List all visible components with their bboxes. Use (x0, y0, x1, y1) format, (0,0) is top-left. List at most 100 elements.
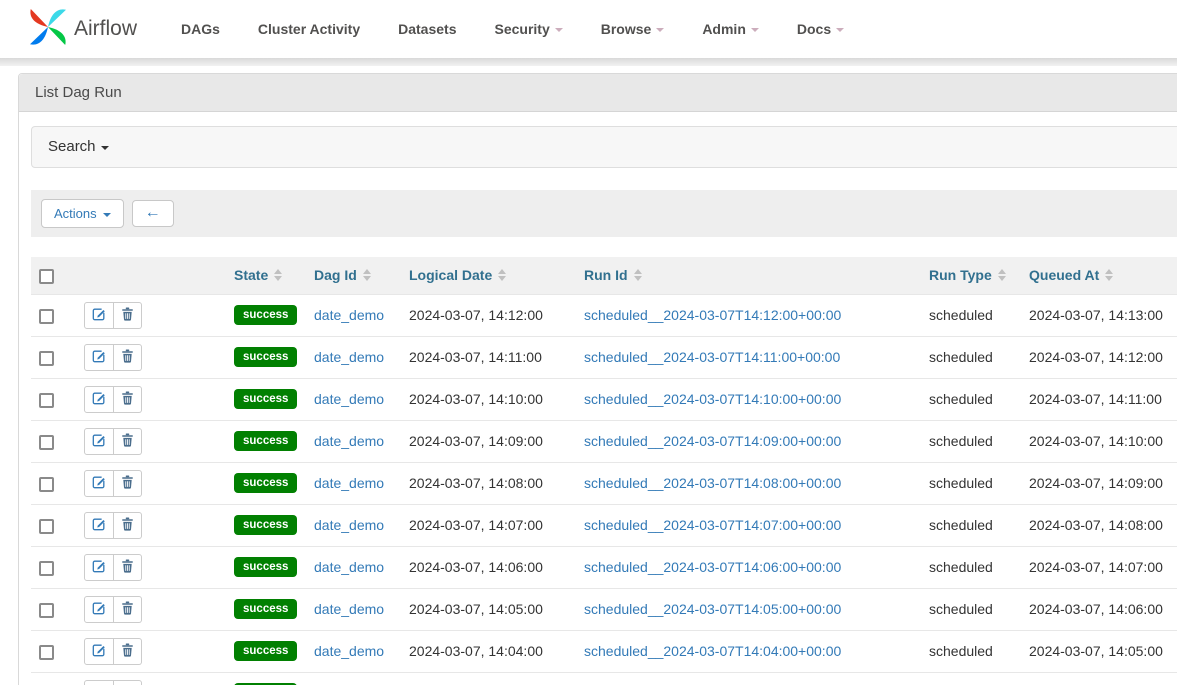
row-checkbox[interactable] (39, 477, 54, 492)
row-checkbox[interactable] (39, 561, 54, 576)
dag-id-link[interactable]: date_demo (314, 349, 384, 365)
edit-button[interactable] (84, 680, 114, 685)
logical-date-value: 2024-03-07, 14:05:00 (409, 601, 543, 617)
dag-id-link[interactable]: date_demo (314, 433, 384, 449)
nav-item-admin[interactable]: Admin (702, 21, 759, 37)
sort-icon (1105, 269, 1113, 281)
run-id-link[interactable]: scheduled__2024-03-07T14:09:00+00:00 (584, 433, 841, 449)
row-checkbox[interactable] (39, 645, 54, 660)
row-checkbox[interactable] (39, 351, 54, 366)
edit-icon (92, 475, 106, 492)
delete-button[interactable] (114, 638, 142, 665)
run-id-link[interactable]: scheduled__2024-03-07T14:06:00+00:00 (584, 559, 841, 575)
delete-button[interactable] (114, 428, 142, 455)
run-id-link[interactable]: scheduled__2024-03-07T14:10:00+00:00 (584, 391, 841, 407)
dag-id-link[interactable]: date_demo (314, 517, 384, 533)
run-id-link[interactable]: scheduled__2024-03-07T14:07:00+00:00 (584, 517, 841, 533)
column-label: Logical Date (409, 267, 492, 283)
delete-button[interactable] (114, 344, 142, 371)
column-header-run-id[interactable]: Run Id (584, 267, 642, 283)
edit-button[interactable] (84, 344, 114, 371)
sort-icon (634, 269, 642, 281)
delete-button[interactable] (114, 554, 142, 581)
table-row: success date_demo 2024-03-07, 14:03:00 s… (31, 672, 1177, 685)
logical-date-value: 2024-03-07, 14:07:00 (409, 517, 543, 533)
nav-item-label: Browse (601, 21, 652, 37)
table-row: success date_demo 2024-03-07, 14:04:00 s… (31, 630, 1177, 672)
delete-button[interactable] (114, 596, 142, 623)
row-checkbox[interactable] (39, 435, 54, 450)
run-type-value: scheduled (929, 433, 993, 449)
nav-item-dags[interactable]: DAGs (181, 21, 220, 37)
delete-button[interactable] (114, 512, 142, 539)
delete-button[interactable] (114, 386, 142, 413)
search-dropdown-toggle[interactable]: Search (48, 138, 109, 155)
nav-item-browse[interactable]: Browse (601, 21, 665, 37)
queued-at-value: 2024-03-07, 14:11:00 (1029, 391, 1162, 407)
brand-name: Airflow (74, 17, 137, 41)
dag-id-link[interactable]: date_demo (314, 601, 384, 617)
edit-icon (92, 517, 106, 534)
edit-button[interactable] (84, 554, 114, 581)
delete-button[interactable] (114, 302, 142, 329)
column-header-dag-id[interactable]: Dag Id (314, 267, 371, 283)
run-id-link[interactable]: scheduled__2024-03-07T14:04:00+00:00 (584, 643, 841, 659)
state-badge: success (234, 347, 297, 367)
edit-button[interactable] (84, 596, 114, 623)
trash-icon (121, 433, 134, 450)
row-checkbox[interactable] (39, 393, 54, 408)
list-dag-run-panel: List Dag Run Search Actions ← (18, 73, 1177, 685)
row-action-buttons (84, 680, 142, 685)
nav-item-cluster-activity[interactable]: Cluster Activity (258, 21, 360, 37)
column-header-state[interactable]: State (234, 267, 282, 283)
column-header-logical-date[interactable]: Logical Date (409, 267, 506, 283)
state-badge: success (234, 389, 297, 409)
nav-items: DAGs Cluster Activity Datasets Security … (181, 21, 844, 37)
delete-button[interactable] (114, 470, 142, 497)
nav-item-label: Docs (797, 21, 831, 37)
edit-button[interactable] (84, 428, 114, 455)
dag-id-link[interactable]: date_demo (314, 475, 384, 491)
nav-item-label: Security (494, 21, 549, 37)
dag-id-link[interactable]: date_demo (314, 643, 384, 659)
run-id-link[interactable]: scheduled__2024-03-07T14:05:00+00:00 (584, 601, 841, 617)
edit-button[interactable] (84, 302, 114, 329)
row-checkbox[interactable] (39, 603, 54, 618)
dag-id-link[interactable]: date_demo (314, 391, 384, 407)
back-arrow-icon: ← (145, 206, 161, 219)
state-badge: success (234, 305, 297, 325)
edit-button[interactable] (84, 386, 114, 413)
actions-bar: Actions ← (31, 190, 1177, 237)
column-header-run-type[interactable]: Run Type (929, 267, 1006, 283)
airflow-brand[interactable]: Airflow (28, 7, 137, 52)
delete-button[interactable] (114, 680, 142, 685)
edit-button[interactable] (84, 638, 114, 665)
logical-date-value: 2024-03-07, 14:04:00 (409, 643, 543, 659)
run-id-link[interactable]: scheduled__2024-03-07T14:12:00+00:00 (584, 307, 841, 323)
column-header-queued-at[interactable]: Queued At (1029, 267, 1113, 283)
logical-date-value: 2024-03-07, 14:10:00 (409, 391, 543, 407)
row-checkbox[interactable] (39, 519, 54, 534)
run-id-link[interactable]: scheduled__2024-03-07T14:08:00+00:00 (584, 475, 841, 491)
edit-icon (92, 559, 106, 576)
dag-id-link[interactable]: date_demo (314, 307, 384, 323)
run-type-value: scheduled (929, 475, 993, 491)
run-id-link[interactable]: scheduled__2024-03-07T14:11:00+00:00 (584, 349, 840, 365)
trash-icon (121, 559, 134, 576)
trash-icon (121, 643, 134, 660)
state-badge: success (234, 473, 297, 493)
actions-dropdown-button[interactable]: Actions (41, 199, 124, 228)
logical-date-value: 2024-03-07, 14:12:00 (409, 307, 543, 323)
dag-id-link[interactable]: date_demo (314, 559, 384, 575)
row-checkbox[interactable] (39, 309, 54, 324)
nav-item-datasets[interactable]: Datasets (398, 21, 456, 37)
edit-button[interactable] (84, 512, 114, 539)
edit-button[interactable] (84, 470, 114, 497)
nav-item-security[interactable]: Security (494, 21, 562, 37)
table-row: success date_demo 2024-03-07, 14:05:00 s… (31, 588, 1177, 630)
nav-item-docs[interactable]: Docs (797, 21, 844, 37)
nav-item-label: Cluster Activity (258, 21, 360, 37)
search-well: Search (31, 126, 1177, 168)
select-all-checkbox[interactable] (39, 269, 54, 284)
back-button[interactable]: ← (132, 200, 174, 227)
